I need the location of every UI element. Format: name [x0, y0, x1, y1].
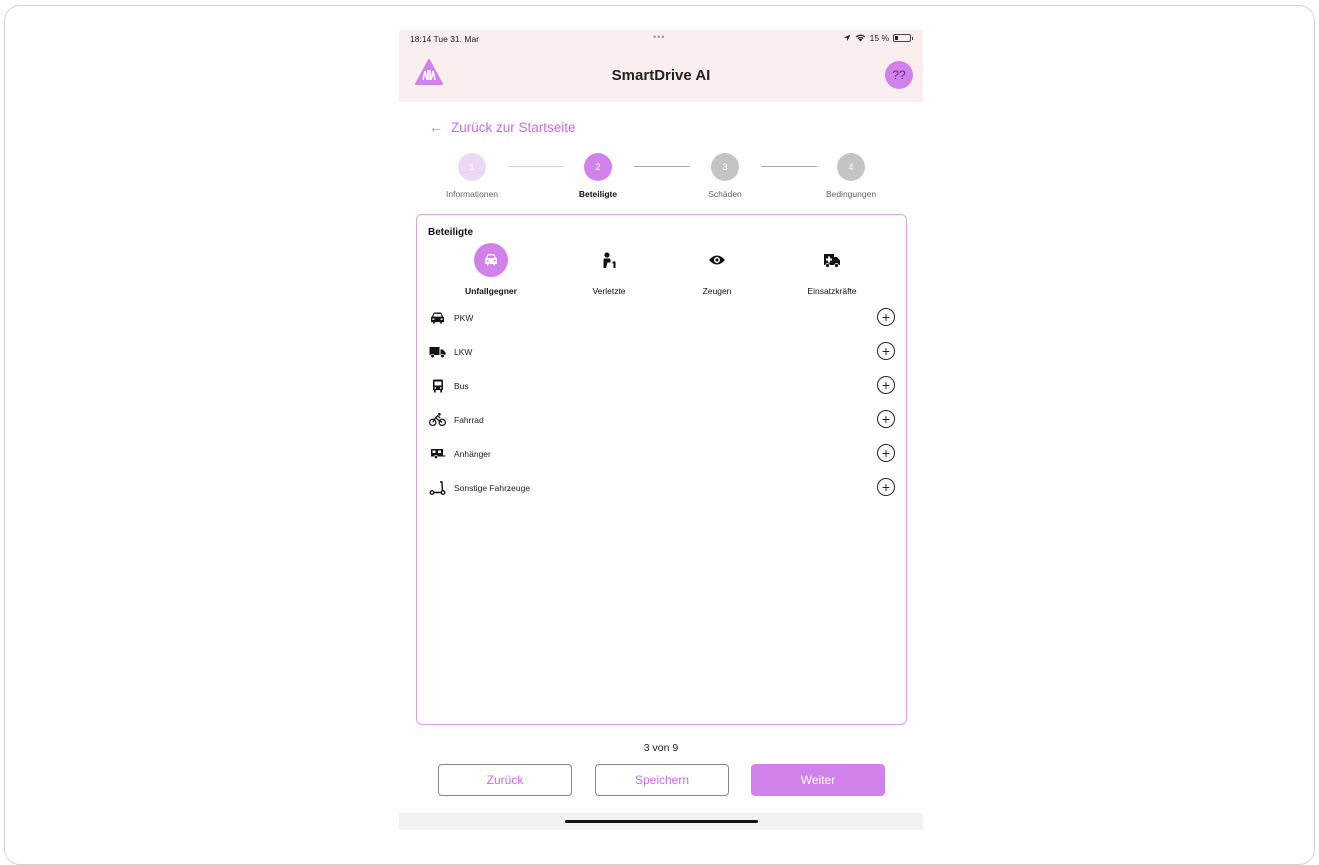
arrow-left-icon: ← [429, 119, 443, 135]
car-icon [474, 243, 508, 277]
vehicle-label: Anhänger [454, 449, 491, 459]
step-number: 1 [458, 153, 486, 181]
category-label: Zeugen [702, 286, 732, 296]
app-header: SmartDrive AI ?? [399, 48, 923, 102]
add-anhaenger-button[interactable]: + [877, 444, 895, 462]
vehicle-label: LKW [454, 347, 473, 357]
back-to-home-link[interactable]: ← Zurück zur Startseite [429, 119, 576, 135]
vehicle-label: Sonstige Fahrzeuge [454, 483, 531, 493]
back-button[interactable]: Zurück [438, 764, 572, 796]
participants-card: Beteiligte Unfallgegner Verletzte Zeugen… [416, 214, 907, 725]
bus-icon [429, 377, 446, 394]
save-button[interactable]: Speichern [595, 764, 729, 796]
category-tab-verletzte[interactable]: Verletzte [559, 243, 659, 296]
category-tab-zeugen[interactable]: Zeugen [667, 243, 767, 296]
step-label: Beteiligte [578, 189, 618, 199]
category-label: Unfallgegner [465, 286, 517, 296]
scooter-icon [429, 479, 446, 496]
step-schaeden[interactable]: 3 Schäden [680, 153, 770, 199]
ambulance-icon [815, 243, 849, 277]
vehicle-row-bus[interactable]: Bus + [417, 369, 906, 403]
category-label: Verletzte [592, 286, 626, 296]
step-beteiligte[interactable]: 2 Beteiligte [553, 153, 643, 199]
vehicle-row-pkw[interactable]: PKW + [417, 301, 906, 335]
multitask-dots-icon[interactable]: ••• [653, 32, 665, 42]
vehicle-row-anhaenger[interactable]: Anhänger + [417, 437, 906, 471]
eye-icon [700, 243, 734, 277]
home-indicator[interactable] [565, 820, 758, 823]
step-label: Bedingungen [825, 189, 877, 199]
vehicle-row-sonstige[interactable]: Sonstige Fahrzeuge + [417, 471, 906, 505]
add-lkw-button[interactable]: + [877, 342, 895, 360]
vehicle-row-fahrrad[interactable]: Fahrrad + [417, 403, 906, 437]
add-sonstige-button[interactable]: + [877, 478, 895, 496]
wifi-icon [855, 34, 865, 42]
step-label: Informationen [446, 189, 498, 199]
vehicle-label: Bus [454, 381, 469, 391]
bicycle-icon [429, 411, 446, 428]
add-pkw-button[interactable]: + [877, 308, 895, 326]
step-informationen[interactable]: 1 Informationen [427, 153, 517, 199]
category-tab-einsatzkraefte[interactable]: Einsatzkräfte [782, 243, 882, 296]
next-button[interactable]: Weiter [751, 764, 885, 796]
help-button[interactable]: ?? [885, 61, 913, 89]
back-link-label: Zurück zur Startseite [451, 119, 576, 135]
page-counter: 3 von 9 [643, 742, 679, 754]
battery-percent: 15 % [869, 33, 889, 43]
add-bus-button[interactable]: + [877, 376, 895, 394]
home-indicator-area [399, 813, 923, 830]
truck-icon [429, 343, 446, 360]
add-fahrrad-button[interactable]: + [877, 410, 895, 428]
injured-person-icon [592, 243, 626, 277]
step-label: Schäden [708, 189, 742, 199]
card-title: Beteiligte [428, 227, 474, 238]
status-time: 18:14 Tue 31. Mar [410, 34, 480, 44]
step-number: 4 [837, 153, 865, 181]
status-bar: 18:14 Tue 31. Mar ••• 15 % [399, 30, 923, 48]
car-icon [429, 309, 446, 326]
vehicle-label: Fahrrad [454, 415, 484, 425]
location-icon [843, 34, 850, 42]
category-label: Einsatzkräfte [807, 286, 857, 296]
vehicle-label: PKW [454, 313, 474, 323]
step-number: 2 [584, 153, 612, 181]
tablet-screen: 18:14 Tue 31. Mar ••• 15 % SmartDrive AI… [399, 30, 923, 830]
trailer-icon [429, 445, 446, 462]
progress-stepper: 1 Informationen 2 Beteiligte 3 Schäden 4… [399, 153, 923, 203]
vehicle-row-lkw[interactable]: LKW + [417, 335, 906, 369]
app-title: SmartDrive AI [611, 67, 711, 84]
battery-icon [893, 34, 913, 42]
category-tab-unfallgegner[interactable]: Unfallgegner [441, 243, 541, 296]
status-indicators: 15 % [843, 33, 913, 43]
step-bedingungen[interactable]: 4 Bedingungen [806, 153, 896, 199]
step-number: 3 [711, 153, 739, 181]
